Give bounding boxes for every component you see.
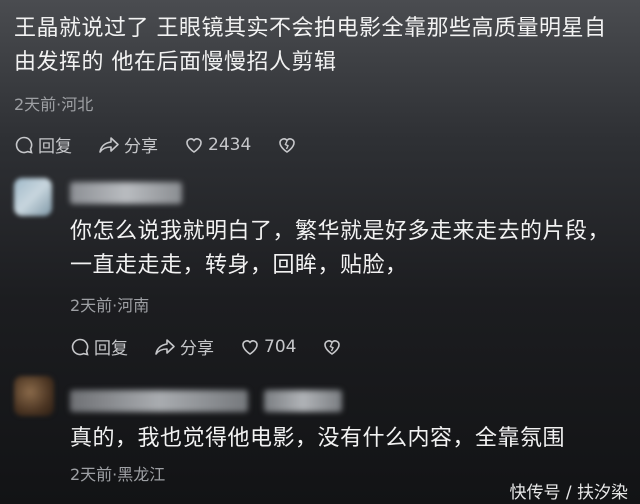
username-tag	[264, 390, 342, 412]
comment-actions: 回复 分享 2434	[14, 132, 327, 157]
share-icon	[155, 338, 175, 355]
comment-icon	[71, 338, 89, 356]
broken-heart-icon	[279, 137, 296, 153]
like-count: 704	[264, 336, 297, 357]
heart-icon	[242, 339, 258, 355]
share-button[interactable]: 分享	[154, 334, 214, 359]
comment-icon	[15, 136, 33, 154]
comment-text: 王晶就说过了 王眼镜其实不会拍电影全靠那些高质量明星自 由发挥的 他在后面慢慢招…	[14, 12, 607, 80]
comment-actions: 回复 分享 704	[70, 334, 372, 359]
reply-button[interactable]: 回复	[70, 334, 128, 359]
like-button[interactable]: 2434	[184, 135, 251, 155]
share-label: 分享	[124, 137, 158, 157]
comment-text-line: 你怎么说我就明白了，繁华就是好多走来走去的片段，	[70, 219, 611, 244]
username[interactable]	[70, 182, 182, 204]
reply-label: 回复	[38, 137, 72, 157]
broken-heart-icon	[324, 339, 341, 355]
share-label: 分享	[180, 339, 214, 359]
reply-button[interactable]: 回复	[14, 132, 72, 157]
watermark: 快传号 / 扶汐染	[509, 483, 628, 503]
username[interactable]	[70, 390, 248, 412]
comment-text-line: 由发挥的 他在后面慢慢招人剪辑	[14, 50, 337, 75]
comment-meta: 2天前·河北	[14, 95, 94, 114]
comment-text: 你怎么说我就明白了，繁华就是好多走来走去的片段， 一直走走走，转身，回眸，贴脸，	[70, 215, 610, 283]
avatar[interactable]	[14, 376, 54, 416]
share-icon	[99, 136, 119, 153]
comment-text-line: 真的，我也觉得他电影，没有什么内容，全靠氛围	[70, 426, 566, 451]
reply-label: 回复	[94, 339, 128, 359]
dislike-button[interactable]	[277, 135, 301, 155]
heart-icon	[186, 137, 202, 153]
comment-text-line: 王晶就说过了 王眼镜其实不会拍电影全靠那些高质量明星自	[14, 16, 607, 41]
like-count: 2434	[208, 134, 252, 155]
comment-text: 真的，我也觉得他电影，没有什么内容，全靠氛围	[70, 422, 565, 456]
comment-text-line: 一直走走走，转身，回眸，贴脸，	[70, 253, 408, 278]
like-button[interactable]: 704	[240, 337, 296, 357]
comment-meta: 2天前·河南	[70, 296, 150, 315]
share-button[interactable]: 分享	[98, 132, 158, 157]
dislike-button[interactable]	[322, 337, 346, 357]
avatar[interactable]	[14, 178, 52, 216]
comment-meta: 2天前·黑龙江	[70, 465, 166, 484]
